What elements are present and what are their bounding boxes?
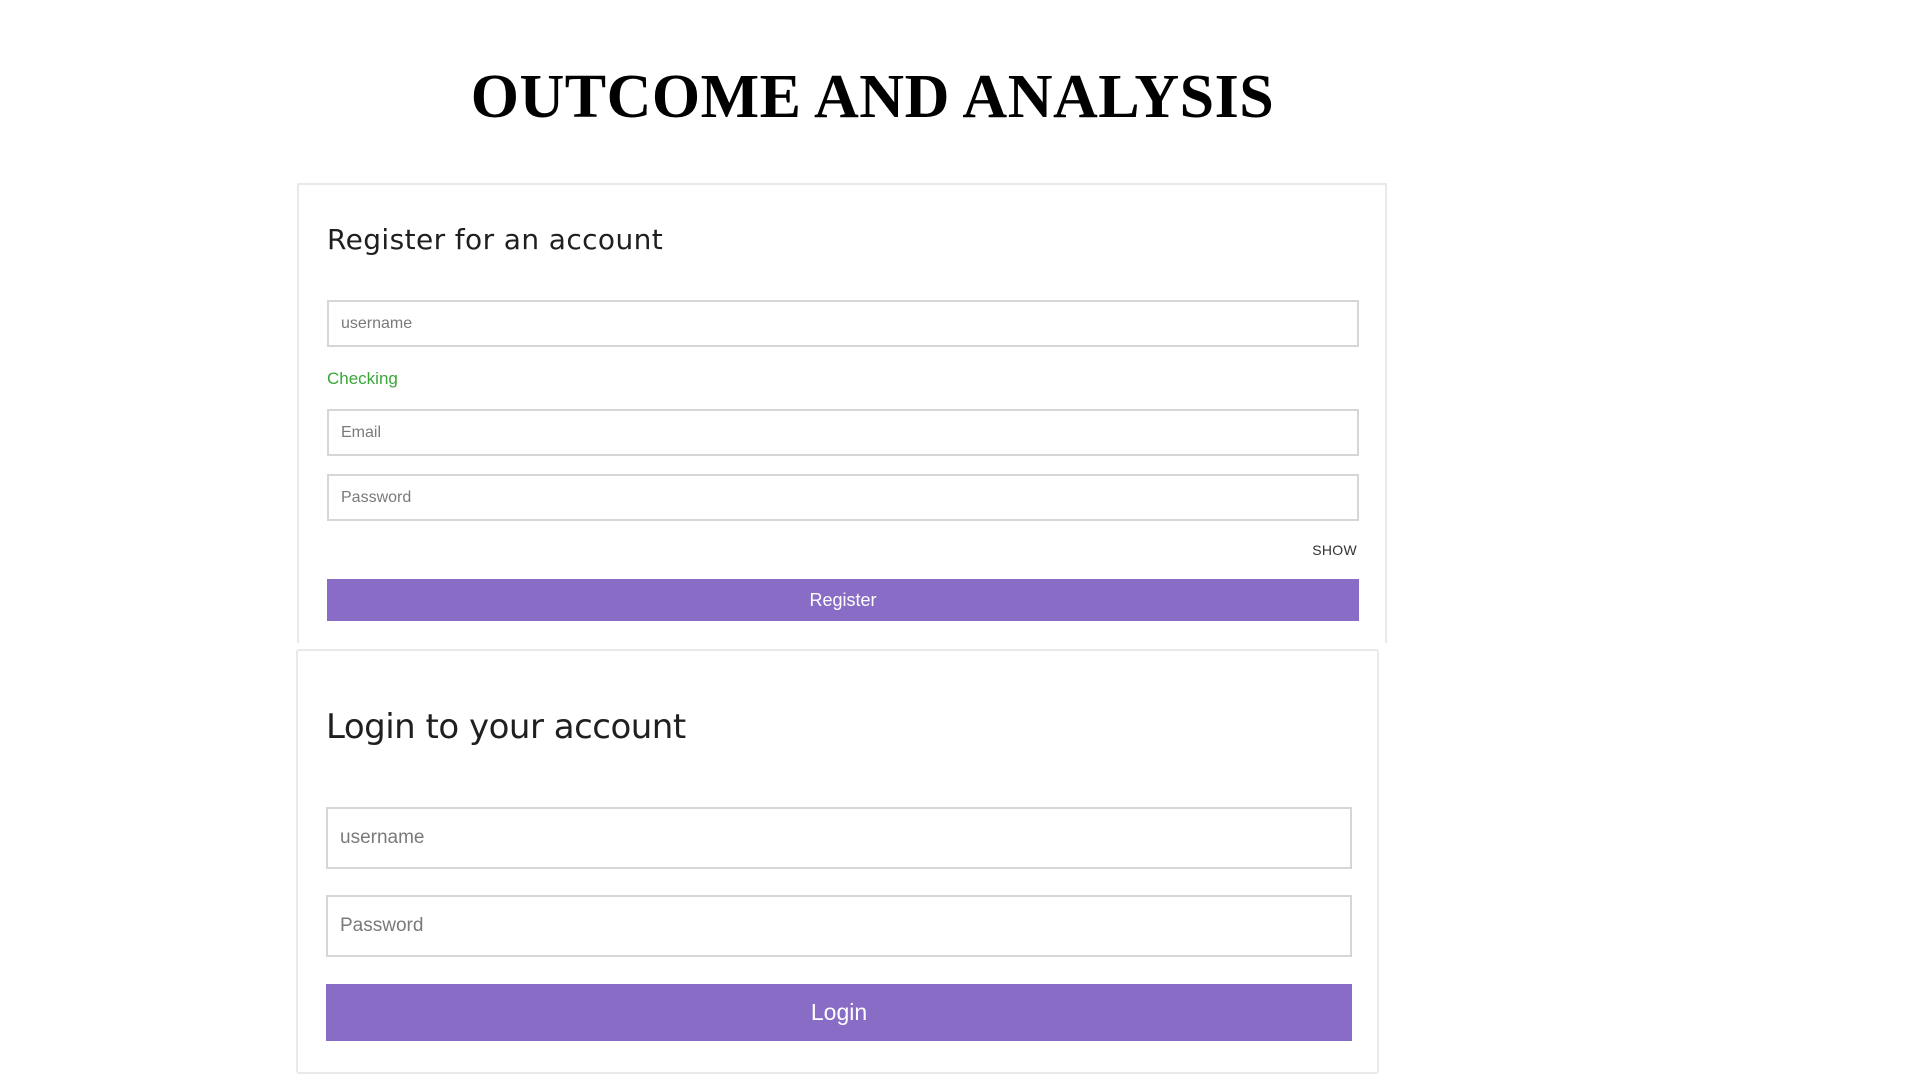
register-button[interactable]: Register (327, 579, 1359, 621)
register-card: Register for an account Checking SHOW Re… (297, 183, 1387, 643)
login-username-input[interactable] (326, 807, 1352, 869)
register-password-input[interactable] (327, 474, 1359, 521)
page-heading: OUTCOME AND ANALYSIS (470, 63, 1275, 131)
register-username-input[interactable] (327, 300, 1359, 347)
login-title: Login to your account (326, 707, 686, 747)
show-password-toggle[interactable]: SHOW (1312, 542, 1357, 558)
login-button[interactable]: Login (326, 984, 1352, 1041)
username-status-text: Checking (327, 369, 398, 388)
login-password-input[interactable] (326, 895, 1352, 957)
register-title: Register for an account (327, 223, 664, 256)
login-card: Login to your account Login (296, 649, 1379, 1074)
register-email-input[interactable] (327, 409, 1359, 456)
